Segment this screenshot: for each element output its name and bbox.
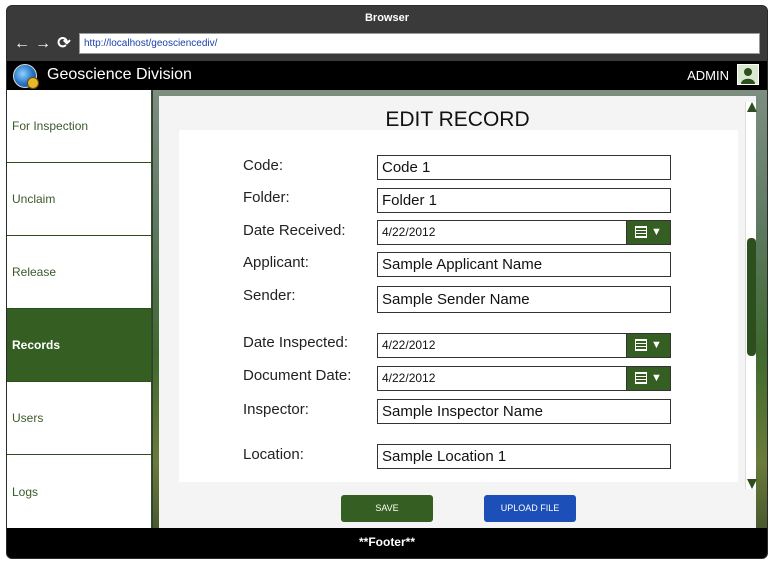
document-date-picker[interactable]: ▼ xyxy=(626,367,670,390)
logo-badge xyxy=(27,77,39,89)
chevron-down-icon: ▼ xyxy=(651,226,662,238)
back-icon[interactable]: ← xyxy=(13,34,31,54)
address-bar[interactable]: http://localhost/geosciencediv/ xyxy=(79,33,760,54)
footer: **Footer** xyxy=(7,528,767,558)
window-title: Browser xyxy=(364,12,410,24)
folder-label: Folder: xyxy=(243,189,290,206)
sidebar-item-users[interactable]: Users xyxy=(7,382,151,455)
code-field[interactable]: Code 1 xyxy=(377,155,671,180)
app-header: Geoscience Division ADMIN xyxy=(7,61,767,90)
scroll-thumb[interactable] xyxy=(747,238,756,356)
user-avatar-icon[interactable] xyxy=(737,64,759,85)
document-date-field[interactable]: 4/22/2012 ▼ xyxy=(377,366,671,391)
document-date-label: Document Date: xyxy=(243,367,352,384)
edit-record-panel: EDIT RECORD Code: Code 1 Folder: Folder … xyxy=(159,96,757,528)
save-button[interactable]: SAVE xyxy=(341,495,433,522)
sidebar-item-logs[interactable]: Logs xyxy=(7,455,151,528)
document-date-value: 4/22/2012 xyxy=(382,371,436,385)
calendar-icon xyxy=(635,226,647,238)
applicant-field[interactable]: Sample Applicant Name xyxy=(377,252,671,277)
scroll-up-icon[interactable] xyxy=(747,102,757,112)
sidebar-item-unclaim[interactable]: Unclaim xyxy=(7,163,151,236)
browser-window: Browser ← → ⟳ http://localhost/geoscienc… xyxy=(6,5,768,559)
sender-label: Sender: xyxy=(243,287,296,304)
logo-icon xyxy=(13,64,39,89)
forward-icon[interactable]: → xyxy=(34,34,52,54)
date-received-value: 4/22/2012 xyxy=(382,225,436,239)
chevron-down-icon: ▼ xyxy=(651,339,662,351)
sidebar-item-for-inspection[interactable]: For Inspection xyxy=(7,90,151,163)
sidebar-item-release[interactable]: Release xyxy=(7,236,151,309)
sender-field[interactable]: Sample Sender Name xyxy=(377,286,671,313)
date-inspected-label: Date Inspected: xyxy=(243,334,349,351)
date-received-picker[interactable]: ▼ xyxy=(626,221,670,244)
sidebar: For Inspection Unclaim Release Records U… xyxy=(7,90,152,528)
chevron-down-icon: ▼ xyxy=(651,372,662,384)
folder-field[interactable]: Folder 1 xyxy=(377,188,671,213)
app-title: Geoscience Division xyxy=(47,66,192,83)
user-name[interactable]: ADMIN xyxy=(687,68,729,83)
code-label: Code: xyxy=(243,157,284,174)
calendar-icon xyxy=(635,339,647,351)
refresh-icon[interactable]: ⟳ xyxy=(55,34,73,54)
calendar-icon xyxy=(635,372,647,384)
inspector-label: Inspector: xyxy=(243,401,309,418)
scroll-down-icon[interactable] xyxy=(747,479,757,489)
browser-toolbar: ← → ⟳ http://localhost/geosciencediv/ xyxy=(7,30,767,60)
date-received-field[interactable]: 4/22/2012 ▼ xyxy=(377,220,671,245)
upload-file-button[interactable]: UPLOAD FILE xyxy=(484,495,576,522)
location-label: Location: xyxy=(243,446,304,463)
page-title: EDIT RECORD xyxy=(385,108,530,131)
date-inspected-field[interactable]: 4/22/2012 ▼ xyxy=(377,333,671,358)
applicant-label: Applicant: xyxy=(243,254,309,271)
form-scrollbar[interactable] xyxy=(745,102,757,489)
inspector-field[interactable]: Sample Inspector Name xyxy=(377,399,671,424)
date-received-label: Date Received: xyxy=(243,222,346,239)
date-inspected-value: 4/22/2012 xyxy=(382,338,436,352)
sidebar-item-records[interactable]: Records xyxy=(7,309,151,382)
location-field[interactable]: Sample Location 1 xyxy=(377,444,671,469)
date-inspected-picker[interactable]: ▼ xyxy=(626,334,670,357)
main-content: EDIT RECORD Code: Code 1 Folder: Folder … xyxy=(153,90,767,528)
